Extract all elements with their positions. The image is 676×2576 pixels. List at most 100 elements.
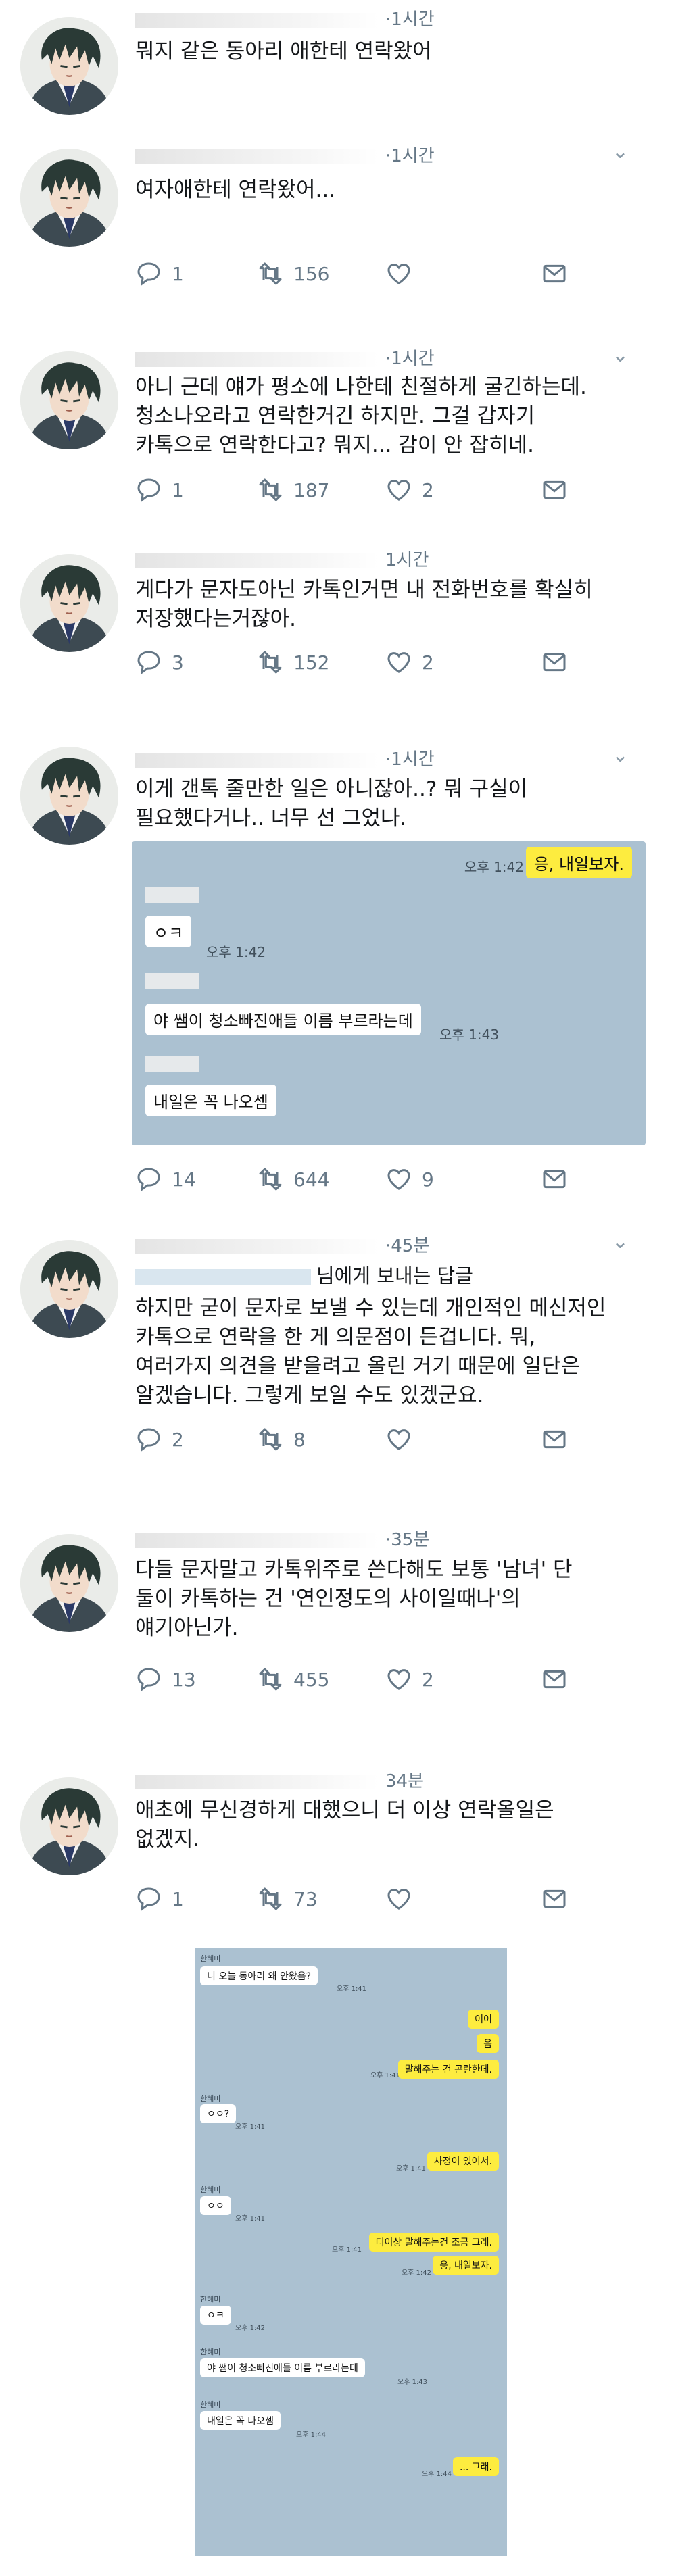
reply-button[interactable]: 13	[135, 1666, 196, 1693]
like-button[interactable]	[385, 260, 412, 287]
message-button[interactable]	[541, 260, 568, 287]
avatar[interactable]	[20, 149, 118, 247]
reply-icon	[135, 476, 162, 503]
message-time: 오후 1:42	[464, 859, 524, 875]
tweet[interactable]: ·1시간 ⌄ 여자애한테 연락왔어... 1 156	[0, 132, 676, 338]
chat-bubble-outgoing: 응, 내일보자.	[433, 2256, 499, 2275]
chat-sender-name: 한혜미	[200, 2295, 221, 2304]
like-count: 2	[422, 478, 434, 501]
retweet-count: 455	[293, 1668, 330, 1691]
like-button[interactable]	[385, 1426, 412, 1453]
heart-icon	[385, 260, 412, 287]
message-time: 오후 1:41	[331, 2246, 362, 2254]
tweet-time: ·45분	[385, 1236, 430, 1256]
avatar[interactable]	[20, 351, 118, 449]
avatar[interactable]	[20, 554, 118, 652]
retweet-count: 152	[293, 651, 330, 674]
envelope-icon	[541, 1885, 568, 1912]
tweet-actions: 1 187 2	[135, 476, 649, 510]
tweet[interactable]: ·1시간 ⌄ 아니 근데 얘가 평소에 나한테 친절하게 굴긴하는데. 청소나오…	[0, 338, 676, 520]
chat-sender-name: 한혜미	[200, 2094, 221, 2103]
tweet-meta: ·1시간	[135, 5, 435, 30]
avatar[interactable]	[20, 747, 118, 845]
envelope-icon	[541, 1426, 568, 1453]
message-time: 오후 1:41	[235, 2123, 266, 2131]
reply-button[interactable]: 3	[135, 649, 184, 676]
reply-button[interactable]: 1	[135, 260, 184, 287]
retweet-button[interactable]: 455	[257, 1666, 329, 1693]
chat-bubble-incoming: 내일은 꼭 나오셈	[200, 2411, 281, 2430]
chat-screenshot[interactable]: 오후 1:42 응, 내일보자. ㅇㅋ 오후 1:42 야 쌤이 청소빠진애들 …	[132, 841, 646, 1145]
message-time: 오후 1:42	[401, 2269, 431, 2277]
chat-bubble-incoming: ㅇㅋ	[145, 916, 192, 947]
like-button[interactable]: 2	[385, 1666, 434, 1693]
reply-icon	[135, 1426, 162, 1453]
chevron-down-icon[interactable]: ⌄	[612, 743, 629, 767]
reply-button[interactable]: 1	[135, 1885, 184, 1912]
tweet-meta: ·1시간	[135, 345, 435, 370]
like-count: 2	[422, 651, 434, 674]
retweet-icon	[257, 1885, 284, 1912]
tweet-meta: ·35분	[135, 1526, 429, 1551]
retweet-button[interactable]: 187	[257, 476, 329, 503]
like-button[interactable]: 2	[385, 649, 434, 676]
like-button[interactable]: 2	[385, 476, 434, 503]
message-button[interactable]	[541, 1166, 568, 1193]
like-button[interactable]: 9	[385, 1166, 434, 1193]
reply-target-redacted[interactable]	[135, 1269, 311, 1285]
message-button[interactable]	[541, 476, 568, 503]
message-button[interactable]	[541, 649, 568, 676]
chat-bubble-outgoing: 어어	[468, 2010, 499, 2029]
reply-icon	[135, 1666, 162, 1693]
message-time: 오후 1:41	[370, 2072, 400, 2079]
message-button[interactable]	[541, 1666, 568, 1693]
tweet-actions: 2 8	[135, 1426, 649, 1460]
message-button[interactable]	[541, 1885, 568, 1912]
message-time: 오후 1:43	[397, 2379, 428, 2386]
reply-button[interactable]: 14	[135, 1166, 196, 1193]
retweet-button[interactable]: 73	[257, 1885, 318, 1912]
username-redacted	[135, 12, 379, 28]
avatar[interactable]	[20, 1777, 118, 1875]
tweet-time: ·1시간	[385, 749, 435, 770]
like-button[interactable]	[385, 1885, 412, 1912]
chat-bubble-outgoing: 사정이 있어서.	[427, 2152, 499, 2171]
reply-icon	[135, 260, 162, 287]
chevron-down-icon[interactable]: ⌄	[612, 1230, 629, 1254]
reply-button[interactable]: 2	[135, 1426, 184, 1453]
reply-button[interactable]: 1	[135, 476, 184, 503]
chevron-down-icon[interactable]: ⌄	[612, 343, 629, 367]
chat-sender-name: 한혜미	[200, 1954, 221, 1963]
tweet[interactable]: ·1시간 ⌄ 이게 갠톡 줄만한 일은 아니잖아..? 뭐 구실이 필요했다거나…	[0, 733, 676, 1210]
tweet[interactable]: ·45분 ⌄ 님에게 보내는 답글 하지만 굳이 문자로 보낼 수 있는데 개인…	[0, 1227, 676, 1510]
chat-screenshot[interactable]: 한혜미 니 오늘 동아리 왜 안왔음? 오후 1:41 어어 음 오후 1:41…	[195, 1948, 507, 2556]
chat-bubble-incoming: 야 쌤이 청소빠진애들 이름 부르라는데	[145, 1004, 421, 1035]
tweet-actions: 1 156	[135, 260, 649, 294]
tweet[interactable]: ·35분 다들 문자말고 카톡위주로 쓴다해도 보통 '남녀' 단 둘이 카톡하…	[0, 1520, 676, 1750]
retweet-button[interactable]: 8	[257, 1426, 306, 1453]
tweet[interactable]: 34분 애초에 무신경하게 대했으니 더 이상 연락올일은 없겠지. 1 73 …	[0, 1764, 676, 2575]
chat-bubble-incoming: ㅇㅋ	[200, 2306, 231, 2325]
retweet-button[interactable]: 152	[257, 649, 329, 676]
avatar[interactable]	[20, 17, 118, 115]
username-redacted	[135, 752, 379, 768]
retweet-button[interactable]: 156	[257, 260, 329, 287]
chat-bubble-incoming: ㅇㅇ?	[200, 2104, 237, 2123]
avatar[interactable]	[20, 1240, 118, 1338]
tweet[interactable]: 1시간 게다가 문자도아닌 카톡인거면 내 전화번호를 확실히 저장했다는거잖아…	[0, 541, 676, 723]
tweet[interactable]: ·1시간 뭐지 같은 동아리 애한테 연락왔어	[0, 0, 676, 135]
retweet-button[interactable]: 644	[257, 1166, 329, 1193]
heart-icon	[385, 1166, 412, 1193]
chat-bubble-outgoing: 더이상 말해주는건 조금 그래.	[368, 2233, 499, 2252]
reply-count: 1	[172, 478, 184, 501]
chevron-down-icon[interactable]: ⌄	[612, 140, 629, 164]
avatar[interactable]	[20, 1534, 118, 1632]
chat-bubble-outgoing: 음	[477, 2034, 499, 2053]
message-time: 오후 1:42	[206, 944, 266, 960]
message-button[interactable]	[541, 1426, 568, 1453]
chat-sender-name: 한혜미	[200, 2400, 221, 2409]
retweet-icon	[257, 476, 284, 503]
message-time: 오후 1:41	[395, 2165, 426, 2173]
tweet-text: 이게 갠톡 줄만한 일은 아니잖아..? 뭐 구실이 필요했다거나.. 너무 선…	[135, 777, 528, 831]
chat-bubble-incoming: 니 오늘 동아리 왜 안왔음?	[200, 1966, 318, 1985]
